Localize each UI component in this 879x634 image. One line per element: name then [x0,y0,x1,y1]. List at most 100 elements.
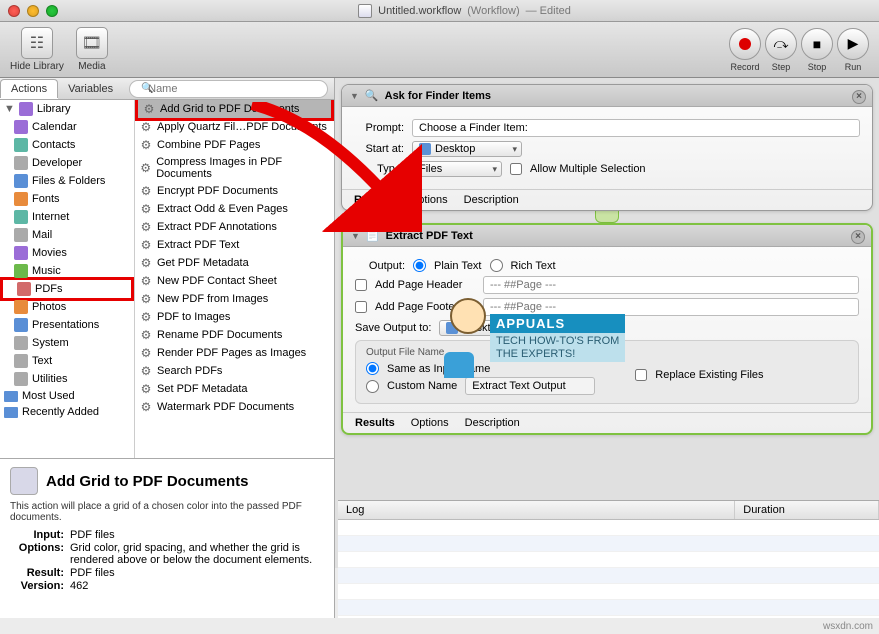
category-icon [14,120,28,134]
library-item-text[interactable]: Text [0,352,134,370]
action-item[interactable]: ⚙PDF to Images [135,308,334,326]
options-tab[interactable]: Options [411,417,449,429]
gear-icon: ⚙ [139,310,153,324]
recently-added-folder[interactable]: Recently Added [0,404,134,420]
library-root[interactable]: ▼ Library [0,100,134,118]
action-item[interactable]: ⚙Extract Odd & Even Pages [135,200,334,218]
library-item-label: Calendar [32,121,77,133]
action-item[interactable]: ⚙Search PDFs [135,362,334,380]
remove-action-button[interactable]: × [852,90,866,104]
action-item-label: Apply Quartz Fil…PDF Documents [157,121,327,133]
gear-icon: ⚙ [139,138,153,152]
action-item[interactable]: ⚙New PDF from Images [135,290,334,308]
action-item-label: New PDF from Images [157,293,268,305]
action-item[interactable]: ⚙Compress Images in PDF Documents [135,154,334,182]
replace-existing-checkbox[interactable] [635,369,647,381]
action-item[interactable]: ⚙Extract PDF Text [135,236,334,254]
custom-name-input[interactable] [465,377,595,395]
desc-key: Result: [10,567,70,579]
action-item[interactable]: ⚙New PDF Contact Sheet [135,272,334,290]
rich-text-radio[interactable] [490,259,503,272]
prompt-input[interactable] [412,119,860,137]
action-item[interactable]: ⚙Apply Quartz Fil…PDF Documents [135,118,334,136]
library-item-files-folders[interactable]: Files & Folders [0,172,134,190]
disclosure-triangle-icon[interactable]: ▼ [351,231,360,241]
header-input[interactable] [483,276,859,294]
add-footer-checkbox[interactable] [355,301,367,313]
library-item-system[interactable]: System [0,334,134,352]
start-at-select[interactable]: Desktop [412,141,522,157]
hide-library-button[interactable]: ☷ Hide Library [10,27,64,72]
media-button[interactable]: 🎞 Media [76,27,108,72]
library-item-fonts[interactable]: Fonts [0,190,134,208]
save-output-value: Desktop [462,322,502,334]
tab-variables[interactable]: Variables [58,80,123,98]
desc-value: PDF files [70,567,324,579]
description-tab[interactable]: Description [464,194,519,206]
action-item[interactable]: ⚙Watermark PDF Documents [135,398,334,416]
minimize-window-button[interactable] [27,5,39,17]
add-header-checkbox[interactable] [355,279,367,291]
record-button[interactable]: Record [729,28,761,72]
same-as-input-radio[interactable] [366,362,379,375]
category-icon [14,300,28,314]
category-icon [17,282,31,296]
plain-text-radio[interactable] [413,259,426,272]
library-item-calendar[interactable]: Calendar [0,118,134,136]
action-card-ask-finder[interactable]: ▼ 🔍 Ask for Finder Items × Prompt: Start… [341,84,873,211]
run-button[interactable]: ▶ Run [837,28,869,72]
stop-button[interactable]: ■ Stop [801,28,833,72]
log-column-header[interactable]: Log [338,501,735,519]
library-item-developer[interactable]: Developer [0,154,134,172]
action-item[interactable]: ⚙Rename PDF Documents [135,326,334,344]
search-icon: 🔍 [141,83,153,94]
category-icon [14,174,28,188]
library-item-label: Movies [32,247,67,259]
close-window-button[interactable] [8,5,20,17]
action-item-label: Watermark PDF Documents [157,401,294,413]
run-label: Run [845,62,862,72]
log-body[interactable] [338,520,879,616]
action-item[interactable]: ⚙Set PDF Metadata [135,380,334,398]
action-item[interactable]: ⚙Combine PDF Pages [135,136,334,154]
custom-name-radio[interactable] [366,380,379,393]
library-item-photos[interactable]: Photos [0,298,134,316]
allow-multiple-checkbox[interactable] [510,163,522,175]
library-item-contacts[interactable]: Contacts [0,136,134,154]
library-item-mail[interactable]: Mail [0,226,134,244]
library-item-label: Utilities [32,373,67,385]
zoom-window-button[interactable] [46,5,58,17]
action-card-extract-pdf-text[interactable]: ▼ 📄 Extract PDF Text × Output: Plain Tex… [341,223,873,435]
tab-actions[interactable]: Actions [0,79,58,98]
footer-input[interactable] [483,298,859,316]
search-box[interactable]: 🔍 [129,80,328,98]
action-description-panel: Add Grid to PDF Documents This action wi… [0,458,335,618]
type-select[interactable]: Files [412,161,502,177]
library-item-internet[interactable]: Internet [0,208,134,226]
action-item-label: Rename PDF Documents [157,329,282,341]
library-item-utilities[interactable]: Utilities [0,370,134,388]
action-item[interactable]: ⚙Extract PDF Annotations [135,218,334,236]
action-item[interactable]: ⚙Encrypt PDF Documents [135,182,334,200]
category-icon [14,372,28,386]
action-item[interactable]: ⚙Get PDF Metadata [135,254,334,272]
workflow-canvas[interactable]: ▼ 🔍 Ask for Finder Items × Prompt: Start… [335,78,879,568]
step-button[interactable]: ⤼ Step [765,28,797,72]
action-item[interactable]: ⚙Render PDF Pages as Images [135,344,334,362]
finder-icon: 🔍 [365,89,379,102]
results-tab[interactable]: Results [355,417,395,429]
results-tab[interactable]: Results [354,194,394,206]
library-item-movies[interactable]: Movies [0,244,134,262]
gear-icon: ⚙ [139,238,153,252]
remove-action-button[interactable]: × [851,230,865,244]
disclosure-triangle-icon[interactable]: ▼ [350,91,359,101]
search-input[interactable] [129,80,328,98]
desc-key: Input: [10,529,70,541]
description-tab[interactable]: Description [465,417,520,429]
library-item-presentations[interactable]: Presentations [0,316,134,334]
action-item-label: Search PDFs [157,365,222,377]
most-used-folder[interactable]: Most Used [0,388,134,404]
options-tab[interactable]: Options [410,194,448,206]
save-output-select[interactable]: Desktop [439,320,549,336]
duration-column-header[interactable]: Duration [735,501,879,519]
